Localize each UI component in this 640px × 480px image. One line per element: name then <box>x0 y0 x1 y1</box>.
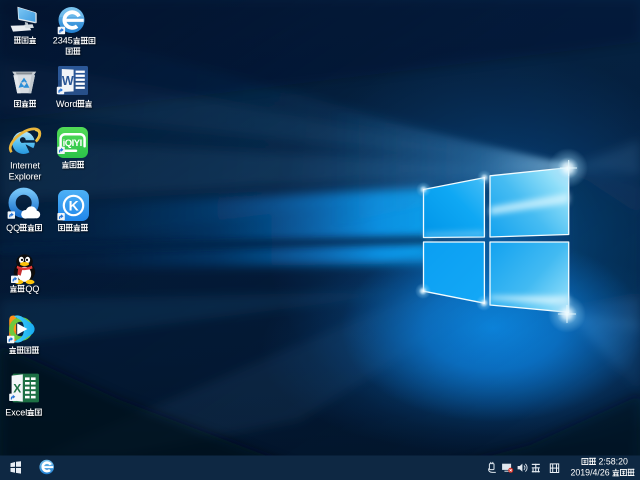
svg-text:2:58:20: 2:58:20 <box>599 457 628 467</box>
svg-text:2345: 2345 <box>53 36 73 46</box>
svg-text:iQIYI: iQIYI <box>63 138 82 149</box>
svg-text:Internet: Internet <box>10 161 40 171</box>
svg-text:QQ: QQ <box>6 223 20 233</box>
svg-text:X: X <box>13 381 21 395</box>
svg-text:2019/4/26: 2019/4/26 <box>571 468 610 478</box>
svg-text:Explorer: Explorer <box>9 172 42 182</box>
svg-text:Word: Word <box>56 99 77 109</box>
svg-text:W: W <box>62 74 74 88</box>
svg-text:K: K <box>69 198 79 214</box>
svg-text:QQ: QQ <box>25 284 39 294</box>
svg-text:Excel: Excel <box>5 407 27 417</box>
